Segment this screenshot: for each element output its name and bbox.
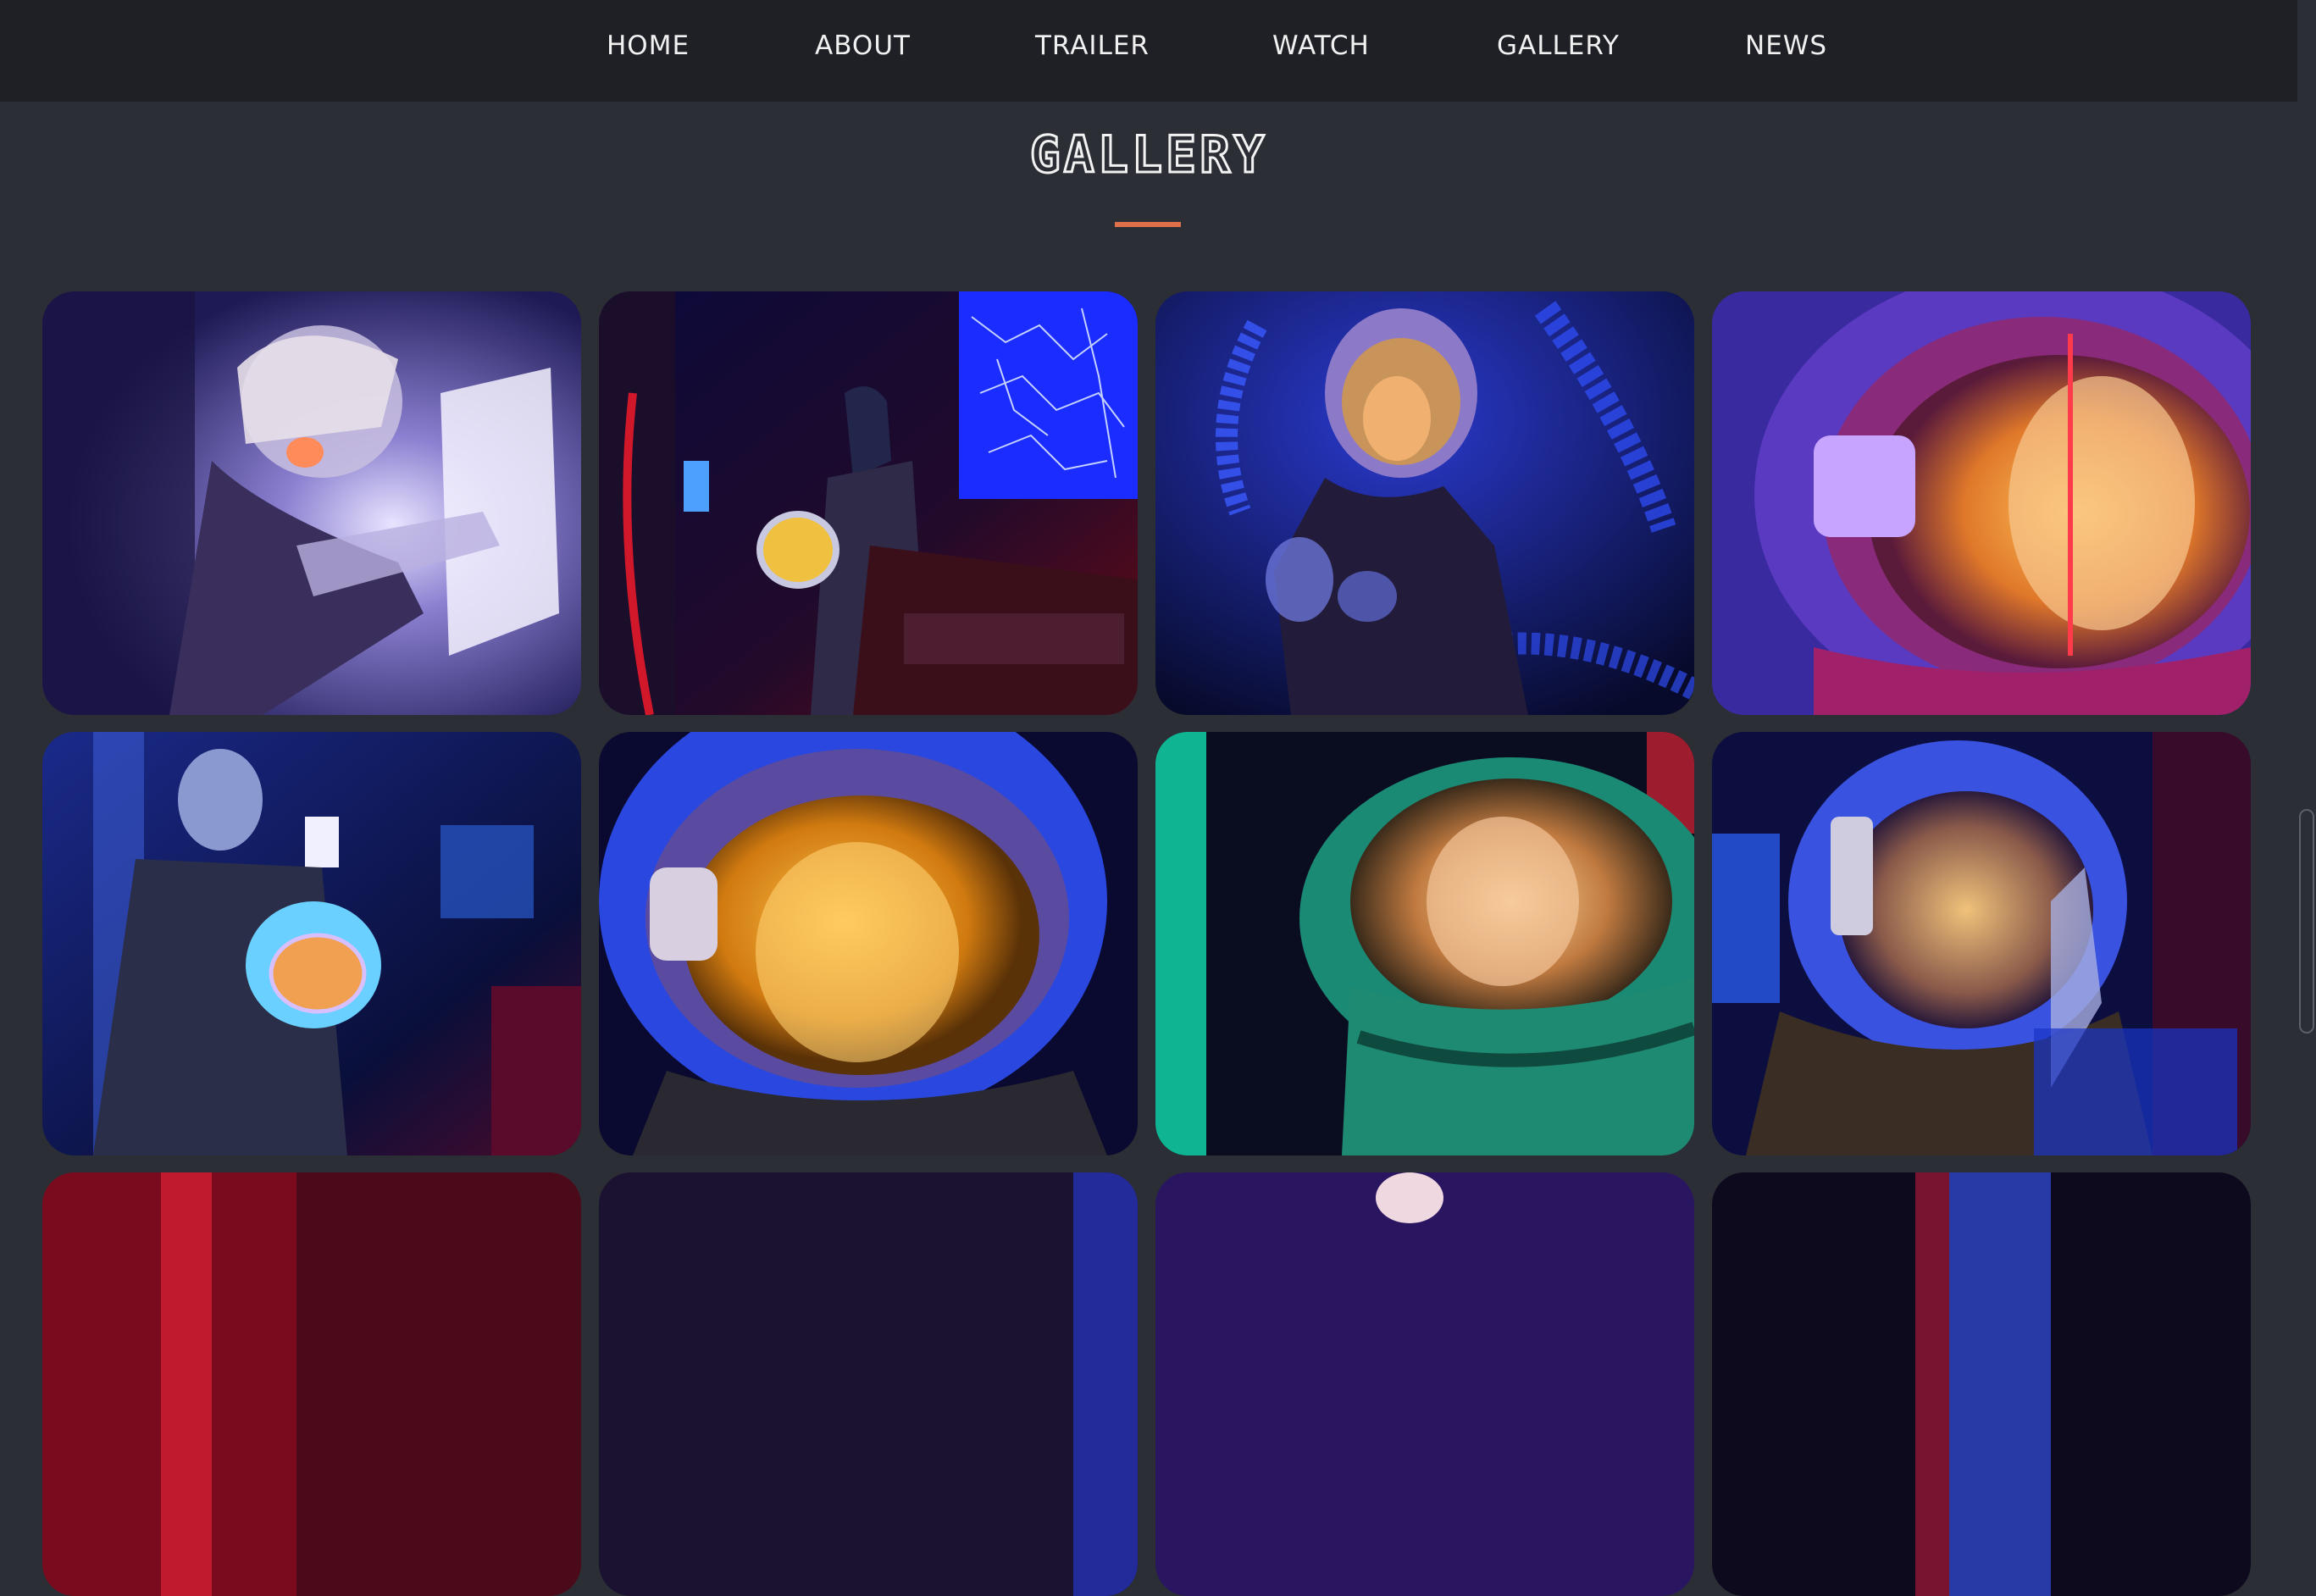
gallery-photo-10[interactable] (599, 1172, 1138, 1596)
page-scrollbar[interactable] (2297, 0, 2316, 1215)
title-underline (1115, 222, 1181, 227)
gallery-photo-6[interactable] (599, 732, 1138, 1155)
nav-item-gallery[interactable]: GALLERY (1497, 30, 1620, 61)
gallery-photo-11[interactable] (1155, 1172, 1694, 1596)
gallery-photo-2[interactable] (599, 291, 1138, 715)
gallery-photo-12[interactable] (1712, 1172, 2251, 1596)
gallery-photo-1[interactable] (42, 291, 581, 715)
nav-item-watch[interactable]: WATCH (1272, 30, 1370, 61)
gallery-photo-8[interactable] (1712, 732, 2251, 1155)
section-title: GALLERY (1028, 125, 1268, 186)
top-navigation: HOME ABOUT TRAILER WATCH GALLERY NEWS (0, 0, 2297, 102)
gallery-photo-9[interactable] (42, 1172, 581, 1596)
nav-item-about[interactable]: ABOUT (815, 30, 911, 61)
nav-menu: HOME ABOUT TRAILER WATCH GALLERY NEWS (0, 0, 2297, 102)
nav-item-trailer[interactable]: TRAILER (1035, 30, 1150, 61)
gallery-photo-4[interactable] (1712, 291, 2251, 715)
scrollbar-thumb[interactable] (2299, 809, 2314, 1034)
gallery-photo-7[interactable] (1155, 732, 1694, 1155)
nav-item-home[interactable]: HOME (607, 30, 690, 61)
nav-item-news[interactable]: NEWS (1745, 30, 1827, 61)
gallery-photo-3[interactable] (1155, 291, 1694, 715)
gallery-photo-5[interactable] (42, 732, 581, 1155)
